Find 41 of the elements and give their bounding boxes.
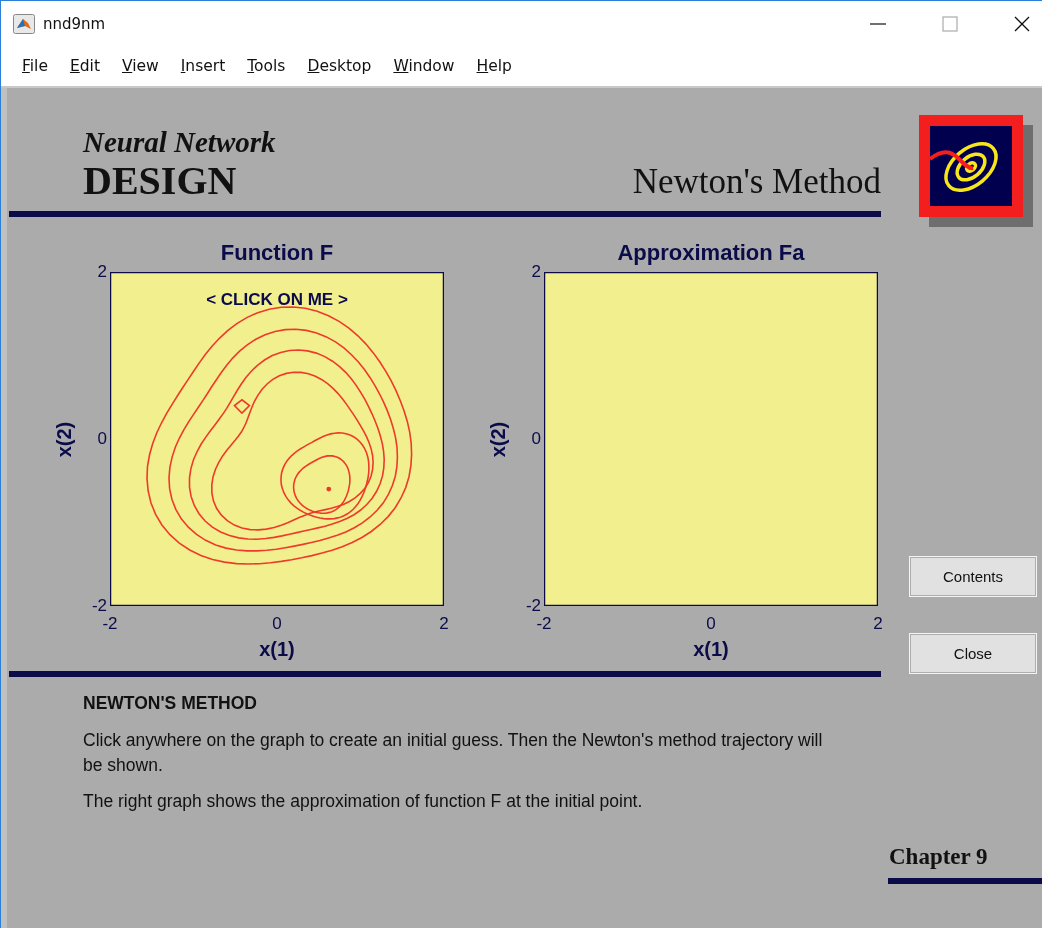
- plot-prompt: < CLICK ON ME >: [206, 290, 348, 309]
- description-text: Click anywhere on the graph to create an initial guess. Then the Newton's method trajectory will be shown.: [83, 729, 824, 777]
- tick-label: 2: [872, 614, 884, 635]
- menu-item[interactable]: Desktop: [307, 57, 372, 75]
- tick-label: 2: [438, 614, 450, 635]
- section-heading: NEWTON'S METHOD: [83, 693, 258, 714]
- side-button[interactable]: Contents: [910, 557, 1036, 596]
- menu-item[interactable]: File: [22, 57, 48, 75]
- brand-subtitle: Neural Network: [83, 125, 276, 159]
- menu-item[interactable]: View: [122, 57, 159, 75]
- tick-label: 0: [531, 429, 541, 449]
- topic-title: Newton's Method: [632, 161, 881, 203]
- tick-label: 2: [97, 262, 107, 282]
- axis-label: x(2): [487, 421, 511, 457]
- menu-item[interactable]: Insert: [180, 57, 226, 75]
- menu-item[interactable]: Window: [393, 57, 455, 75]
- tick-label: -2: [535, 614, 553, 635]
- tick-label: 0: [97, 429, 107, 449]
- tick-label: -2: [91, 596, 107, 616]
- plot-area[interactable]: < CLICK ON ME >: [110, 272, 444, 606]
- tick-label: 2: [531, 262, 541, 282]
- side-button[interactable]: Close: [910, 634, 1036, 673]
- menu-item[interactable]: Help: [476, 57, 512, 75]
- app-icon: [13, 13, 35, 34]
- close-icon[interactable]: [1014, 15, 1030, 32]
- logo-icon: [919, 115, 1033, 227]
- window-title: nnd9nm: [43, 14, 106, 33]
- tick-label: 0: [271, 614, 283, 635]
- axis-label: x(1): [259, 638, 295, 662]
- axis-label: x(1): [693, 638, 729, 662]
- axis-label: x(2): [53, 421, 77, 457]
- chapter-label: Chapter 9: [888, 844, 989, 871]
- tick-label: 0: [705, 614, 717, 635]
- tick-label: -2: [525, 596, 541, 616]
- brand-title: DESIGN: [83, 159, 238, 203]
- menu-item[interactable]: Edit: [69, 57, 100, 75]
- plot-title: Function F: [219, 240, 335, 267]
- tick-label: -2: [101, 614, 119, 635]
- menu-item[interactable]: Tools: [247, 57, 286, 75]
- description-text: The right graph shows the approximation of function F at the initial point.: [83, 790, 644, 813]
- plot-title: Approximation Fa: [616, 240, 806, 267]
